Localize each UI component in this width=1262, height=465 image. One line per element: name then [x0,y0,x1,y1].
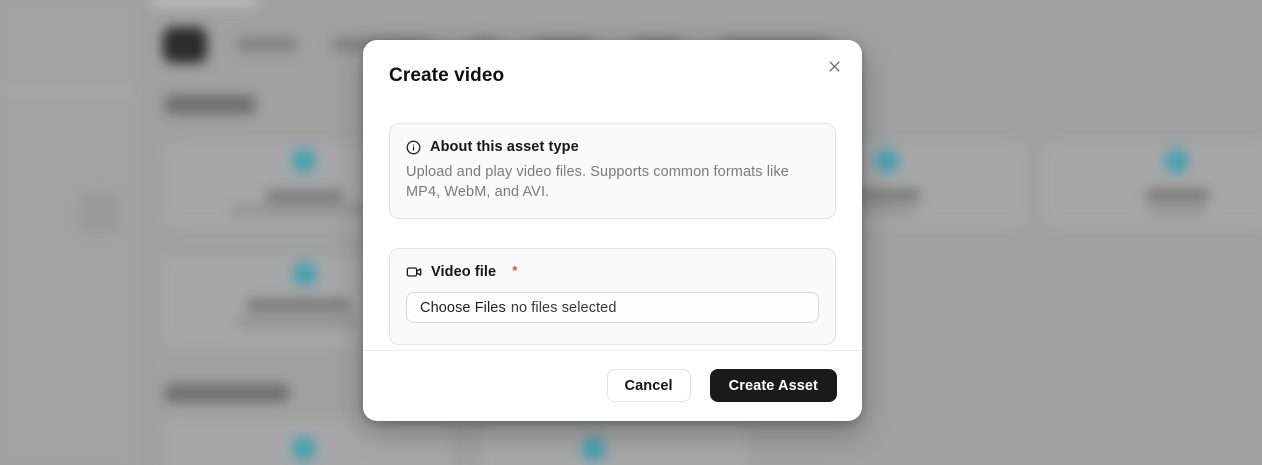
video-file-field-group: Video file * Choose Files no files selec… [389,248,836,345]
asset-type-icon [293,262,317,286]
about-panel-heading: About this asset type [430,139,579,155]
blurred-active-tab-pill [163,27,207,63]
blurred-card-subtitle [858,206,916,215]
required-asterisk: * [512,263,517,278]
video-file-label: Video file [431,264,496,280]
x-icon [827,59,842,74]
blurred-card-subtitle [236,318,358,327]
about-panel-header: About this asset type [406,139,819,155]
about-asset-type-panel: About this asset type Upload and play vi… [389,123,836,219]
info-circle-icon [406,140,421,155]
close-button[interactable] [822,54,846,78]
blurred-tab [237,38,297,51]
asset-type-icon [582,437,606,461]
asset-type-icon [875,149,899,173]
file-selection-status: no files selected [511,300,617,316]
choose-files-button[interactable]: Choose Files [420,300,506,316]
blurred-left-panel-divider [0,90,139,91]
cancel-button[interactable]: Cancel [607,369,691,402]
video-camera-icon [406,264,422,280]
blurred-section-heading [165,384,289,402]
blurred-collapse-button [78,192,120,234]
dialog-title: Create video [389,62,836,90]
blurred-card-subtitle [231,206,378,215]
asset-type-icon [292,149,316,173]
dialog-footer: Cancel Create Asset [363,350,862,421]
create-asset-button[interactable]: Create Asset [710,369,837,402]
blurred-card-title [1146,189,1209,201]
dialog-body: About this asset type Upload and play vi… [363,90,862,345]
screen: Create video About this asset type Uploa… [0,0,1262,465]
blurred-card [483,420,747,465]
video-file-label-row: Video file * [406,264,819,280]
blurred-card-title [247,299,350,312]
blurred-card-title [266,190,343,202]
blurred-left-panel [0,0,140,465]
blurred-card-title [856,189,920,201]
blurred-section-heading [165,95,255,114]
asset-type-icon [292,437,316,461]
create-video-dialog: Create video About this asset type Uploa… [363,40,862,421]
about-panel-description: Upload and play video files. Supports co… [406,162,819,202]
asset-type-icon [1165,149,1189,173]
blurred-card-subtitle [1148,206,1206,215]
video-file-input[interactable]: Choose Files no files selected [406,292,819,323]
blurred-top-bar [150,0,258,6]
dialog-header: Create video [363,40,862,90]
